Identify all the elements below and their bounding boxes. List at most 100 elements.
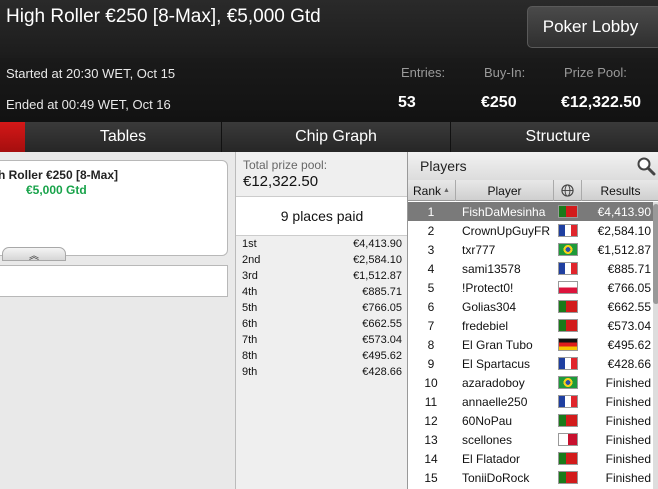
payout-row: 9th €428.66 — [236, 364, 408, 380]
places-paid: 9 places paid — [236, 196, 408, 236]
player-row[interactable]: 5 !Protect0! €766.05 — [408, 278, 658, 297]
player-rank: 2 — [427, 224, 435, 238]
payout-row: 2nd €2,584.10 — [236, 252, 408, 268]
player-name: FishDaMesinha — [462, 205, 546, 219]
tournament-list-panel: High Roller €250 [8-Max] €5,000 Gtd ︽ — [0, 152, 235, 489]
player-name: !Protect0! — [462, 281, 514, 295]
portugal-flag-icon — [558, 205, 578, 218]
payout-position: 4th — [242, 286, 258, 298]
payout-row: 1st €4,413.90 — [236, 236, 408, 252]
players-list: 1 FishDaMesinha €4,413.90 2 CrownUpGuyFR €2,5… — [408, 202, 658, 487]
players-title: Players — [420, 158, 467, 174]
tournament-card[interactable]: High Roller €250 [8-Max] €5,000 Gtd ︽ — [0, 160, 228, 262]
player-rank: 13 — [424, 433, 438, 447]
column-country[interactable] — [554, 180, 582, 201]
tab-tables[interactable]: Tables — [25, 122, 222, 152]
payout-amount: €428.66 — [362, 366, 402, 378]
player-rank: 9 — [427, 357, 435, 371]
player-rank: 5 — [427, 281, 435, 295]
payout-amount: €1,512.87 — [353, 270, 402, 282]
player-name: CrownUpGuyFR — [462, 224, 551, 238]
window-header: High Roller €250 [8-Max], €5,000 Gtd Pok… — [0, 0, 658, 58]
payout-amount: €766.05 — [362, 302, 402, 314]
player-rank: 10 — [424, 376, 438, 390]
payout-position: 3rd — [242, 270, 258, 282]
tab-bar: Tables Chip Graph Structure — [0, 122, 658, 152]
players-header: Players — [408, 152, 658, 180]
portugal-flag-icon — [558, 300, 578, 313]
payout-amount: €2,584.10 — [353, 254, 402, 266]
total-prize-value: €12,322.50 — [243, 173, 319, 190]
tournament-card-name: High Roller €250 [8-Max] — [0, 168, 118, 182]
player-row[interactable]: 11 annaelle250 Finished — [408, 392, 658, 411]
column-rank[interactable]: Rank ▲ — [408, 180, 456, 201]
player-name: fredebiel — [462, 319, 509, 333]
player-row[interactable]: 6 Golias304 €662.55 — [408, 297, 658, 316]
player-rank: 11 — [424, 395, 438, 409]
payout-row: 4th €885.71 — [236, 284, 408, 300]
players-scrollbar[interactable] — [653, 202, 658, 489]
brazil-flag-icon — [558, 243, 578, 256]
player-row[interactable]: 3 txr777 €1,512.87 — [408, 240, 658, 259]
player-rank: 4 — [427, 262, 435, 276]
buyin-value: €250 — [481, 94, 517, 111]
player-result: €885.71 — [607, 262, 651, 276]
tab-info[interactable] — [0, 122, 25, 152]
player-result: €1,512.87 — [597, 243, 651, 257]
player-row[interactable]: 15 ToniiDoRock Finished — [408, 468, 658, 487]
payout-amount: €4,413.90 — [353, 238, 402, 250]
total-prize-label: Total prize pool: — [243, 158, 328, 172]
buyin-label: Buy-In: — [484, 65, 526, 80]
column-player[interactable]: Player — [456, 180, 554, 201]
tournament-title: High Roller €250 [8-Max], €5,000 Gtd — [6, 6, 321, 27]
payout-amount: €662.55 — [362, 318, 402, 330]
players-column-header: Rank ▲ Player Results — [408, 180, 658, 201]
tournament-search-field[interactable] — [0, 265, 228, 297]
tab-chip-graph[interactable]: Chip Graph — [222, 122, 451, 152]
payout-amount: €885.71 — [362, 286, 402, 298]
player-result: €573.04 — [607, 319, 651, 333]
player-result: Finished — [605, 452, 651, 466]
player-row[interactable]: 8 El Gran Tubo €495.62 — [408, 335, 658, 354]
payout-position: 7th — [242, 334, 258, 346]
player-result: Finished — [605, 395, 651, 409]
payout-position: 6th — [242, 318, 258, 330]
tournament-info-bar: Started at 20:30 WET, Oct 15 Ended at 00… — [0, 58, 658, 122]
france-flag-icon — [558, 262, 578, 275]
player-row[interactable]: 9 El Spartacus €428.66 — [408, 354, 658, 373]
player-result: €4,413.90 — [597, 205, 651, 219]
entries-label: Entries: — [401, 65, 446, 80]
player-row[interactable]: 12 60NoPau Finished — [408, 411, 658, 430]
tab-structure[interactable]: Structure — [451, 122, 658, 152]
player-row[interactable]: 13 scellones Finished — [408, 430, 658, 449]
prizepool-label: Prize Pool: — [564, 65, 627, 80]
column-results[interactable]: Results — [582, 180, 658, 201]
player-result: €766.05 — [607, 281, 651, 295]
france-flag-icon — [558, 224, 578, 237]
magnifier-icon[interactable] — [636, 156, 656, 176]
globe-icon — [561, 184, 574, 197]
double-chevron-up-icon[interactable]: ︽ — [2, 247, 66, 262]
player-rank: 12 — [424, 414, 438, 428]
payout-list: 1st €4,413.90 2nd €2,584.10 3rd €1,512.87 4th €… — [236, 236, 408, 380]
player-name: El Spartacus — [462, 357, 531, 371]
player-name: Golias304 — [462, 300, 517, 314]
player-row[interactable]: 14 El Flatador Finished — [408, 449, 658, 468]
payout-position: 5th — [242, 302, 258, 314]
prizepool-value: €12,322.50 — [561, 94, 642, 111]
poker-lobby-button[interactable]: Poker Lobby — [527, 6, 658, 48]
poland-flag-icon — [558, 281, 578, 294]
column-rank-label: Rank — [413, 183, 442, 198]
france-flag-icon — [558, 357, 578, 370]
player-row[interactable]: 7 fredebiel €573.04 — [408, 316, 658, 335]
player-row[interactable]: 4 sami13578 €885.71 — [408, 259, 658, 278]
player-result: €2,584.10 — [597, 224, 651, 238]
portugal-flag-icon — [558, 414, 578, 427]
player-row[interactable]: 1 FishDaMesinha €4,413.90 — [408, 202, 658, 221]
payout-row: 8th €495.62 — [236, 348, 408, 364]
scrollbar-thumb[interactable] — [653, 204, 658, 304]
payout-row: 6th €662.55 — [236, 316, 408, 332]
player-row[interactable]: 2 CrownUpGuyFR €2,584.10 — [408, 221, 658, 240]
player-row[interactable]: 10 azaradoboy Finished — [408, 373, 658, 392]
player-rank: 3 — [427, 243, 435, 257]
